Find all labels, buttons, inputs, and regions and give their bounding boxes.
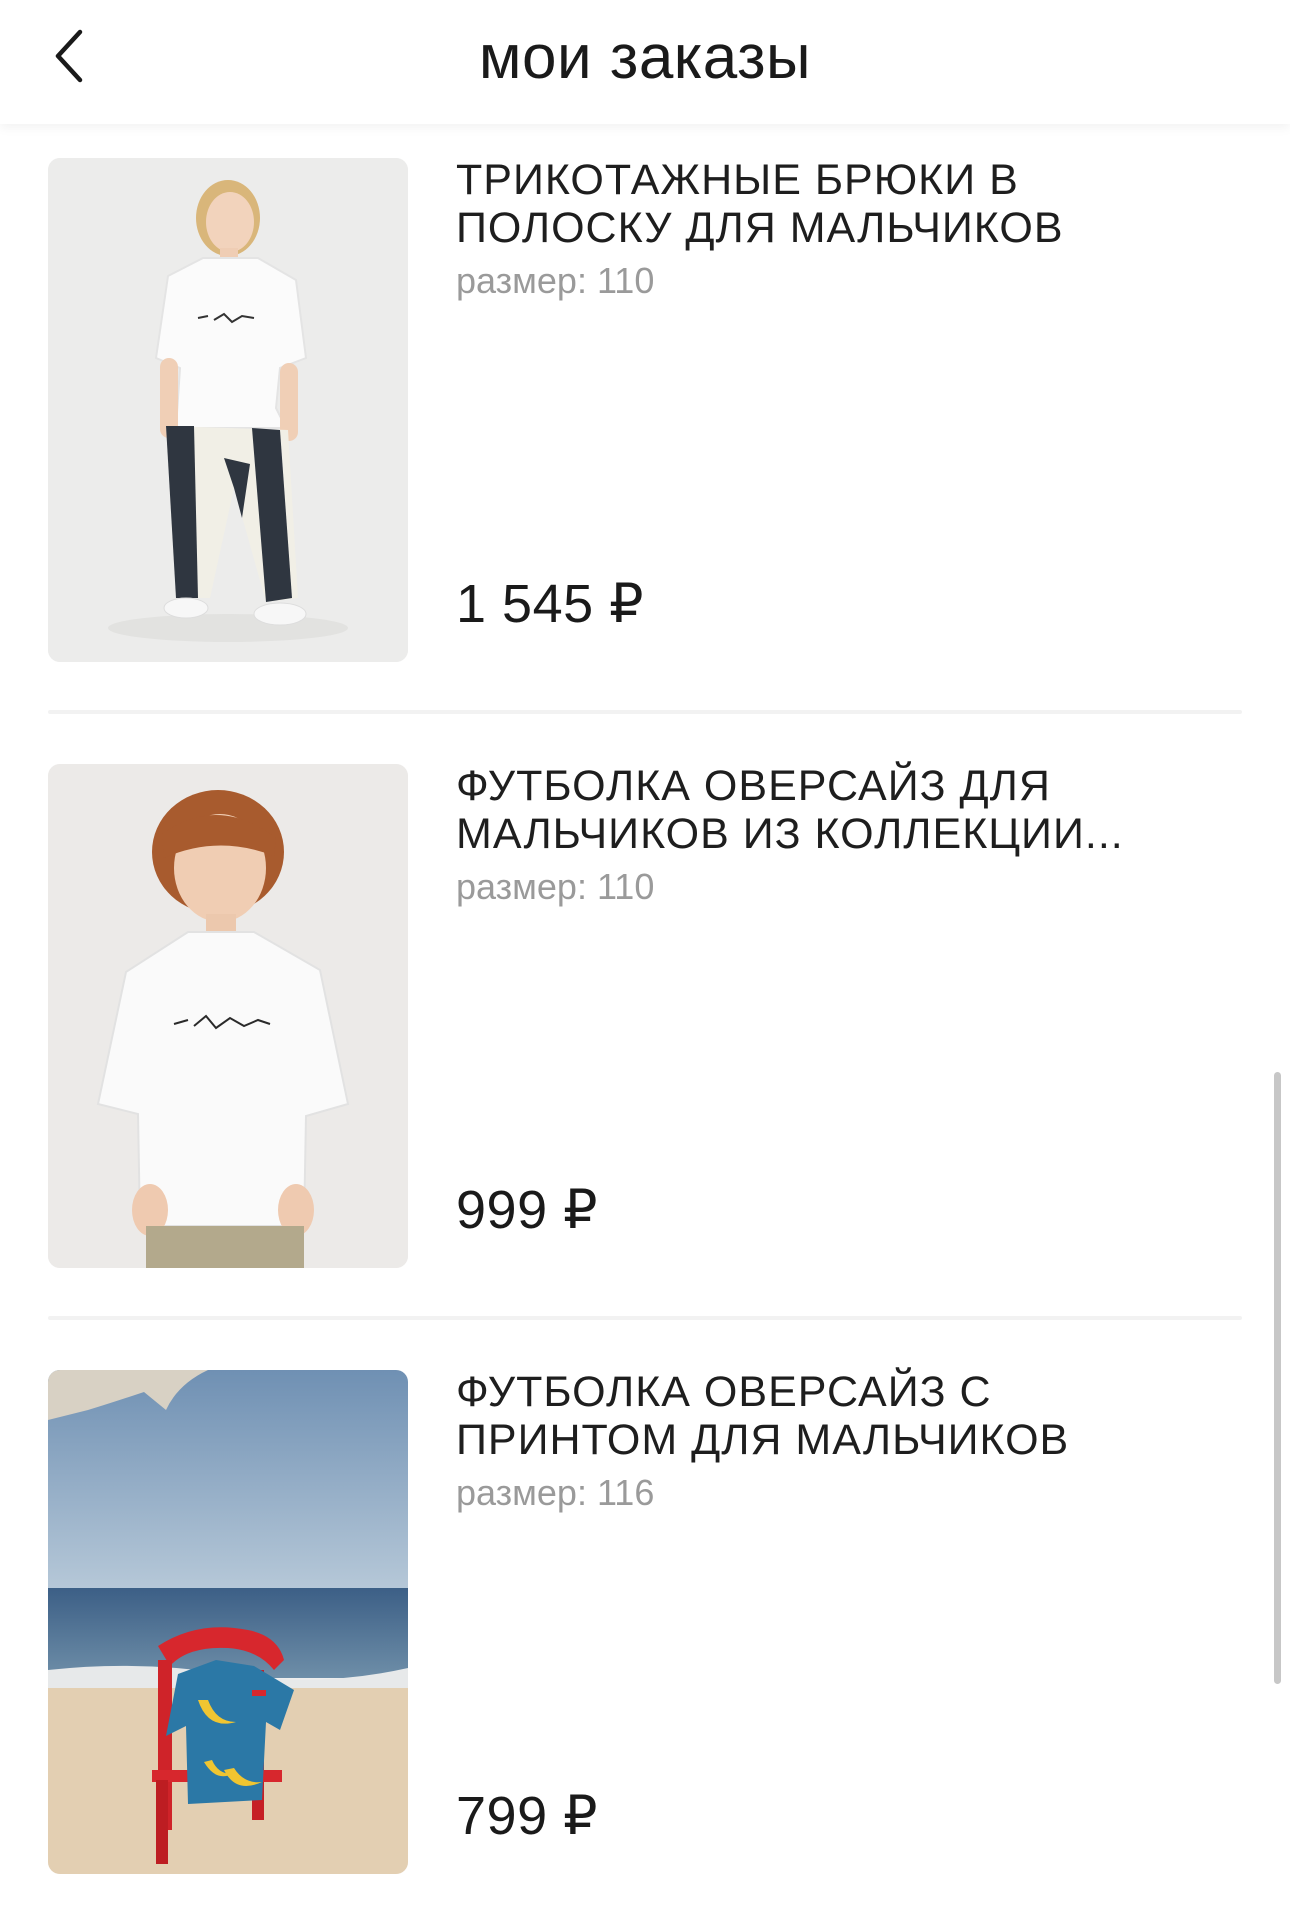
product-image[interactable] (48, 764, 408, 1268)
product-price: 999 ₽ (456, 1180, 598, 1240)
product-price: 1 545 ₽ (456, 574, 644, 634)
scrollbar[interactable] (1274, 1072, 1281, 1684)
product-size: размер: 110 (456, 866, 655, 907)
page-title: мои заказы (478, 23, 812, 92)
product-price: 799 ₽ (456, 1786, 598, 1846)
divider (48, 1316, 1242, 1320)
product-name[interactable]: ТРИКОТАЖНЫЕ БРЮКИ В ПОЛОСКУ ДЛЯ МАЛЬЧИКО… (456, 156, 1216, 252)
order-item[interactable]: ФУТБОЛКА ОВЕРСАЙЗ С ПРИНТОМ ДЛЯ МАЛЬЧИКО… (0, 1336, 1290, 1896)
product-image[interactable] (48, 1370, 408, 1874)
product-name[interactable]: ФУТБОЛКА ОВЕРСАЙЗ ДЛЯ МАЛЬЧИКОВ ИЗ КОЛЛЕ… (456, 762, 1216, 858)
product-name[interactable]: ФУТБОЛКА ОВЕРСАЙЗ С ПРИНТОМ ДЛЯ МАЛЬЧИКО… (456, 1368, 1216, 1464)
product-size: размер: 116 (456, 1472, 655, 1513)
order-item[interactable]: ФУТБОЛКА ОВЕРСАЙЗ ДЛЯ МАЛЬЧИКОВ ИЗ КОЛЛЕ… (0, 730, 1290, 1290)
divider (48, 710, 1242, 714)
order-item[interactable]: ТРИКОТАЖНЫЕ БРЮКИ В ПОЛОСКУ ДЛЯ МАЛЬЧИКО… (0, 124, 1290, 684)
top-app-bar: мои заказы (0, 0, 1290, 124)
product-image[interactable] (48, 158, 408, 662)
product-size: размер: 110 (456, 260, 655, 301)
